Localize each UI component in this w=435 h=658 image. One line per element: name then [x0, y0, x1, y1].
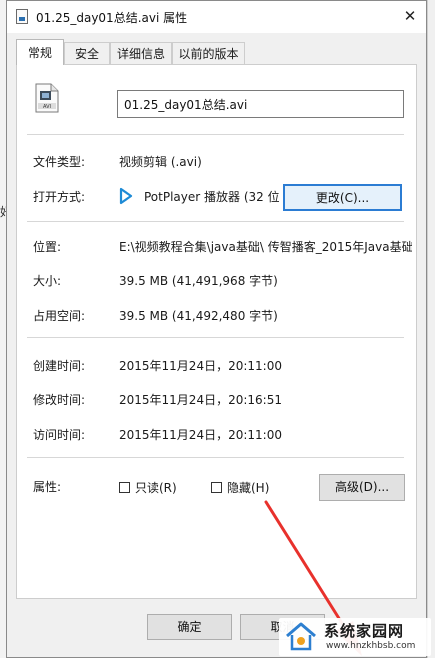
accessed-value: 2015年11月24日，20:11:00 — [119, 428, 282, 442]
attributes-label: 属性: — [33, 480, 62, 494]
created-value: 2015年11月24日，20:11:00 — [119, 359, 282, 373]
tab-security[interactable]: 安全 — [64, 42, 110, 64]
change-button[interactable]: 更改(C)... — [283, 184, 402, 211]
potplayer-icon — [119, 187, 133, 205]
readonly-label[interactable]: 只读(R) — [135, 479, 177, 496]
modified-value: 2015年11月24日，20:16:51 — [119, 393, 282, 407]
tab-general[interactable]: 常规 — [16, 39, 64, 65]
tab-details[interactable]: 详细信息 — [110, 42, 172, 64]
close-button[interactable]: ✕ — [398, 5, 422, 27]
size-value: 39.5 MB (41,491,968 字节) — [119, 274, 278, 288]
ok-button[interactable]: 确定 — [147, 614, 232, 640]
accessed-label: 访问时间: — [33, 428, 86, 442]
separator — [27, 337, 404, 338]
open-with-label: 打开方式: — [33, 190, 86, 204]
window-title: 01.25_day01总结.avi 属性 — [36, 11, 188, 25]
file-type-label: 文件类型: — [33, 155, 86, 169]
house-logo-icon — [286, 622, 316, 651]
watermark-title: 系统家园网 — [324, 622, 405, 640]
modified-label: 修改时间: — [33, 393, 86, 407]
file-icon — [16, 9, 28, 24]
watermark-url: www.hnzkhbsb.com — [326, 641, 416, 651]
file-name-input[interactable] — [117, 90, 404, 118]
open-with-value: PotPlayer 播放器 (32 位) — [144, 190, 279, 204]
close-icon: ✕ — [403, 7, 417, 25]
disk-size-value: 39.5 MB (41,492,480 字节) — [119, 309, 278, 323]
svg-text:AVI: AVI — [43, 104, 51, 110]
readonly-checkbox[interactable] — [119, 482, 130, 493]
separator — [27, 221, 404, 222]
created-label: 创建时间: — [33, 359, 86, 373]
separator — [27, 134, 404, 135]
avi-file-icon: AVI — [35, 83, 59, 113]
location-value: E:\视频教程合集\java基础\ 传智播客_2015年Java基础 — [119, 240, 412, 254]
title-bar[interactable]: 01.25_day01总结.avi 属性 ✕ — [7, 1, 426, 33]
hidden-checkbox[interactable] — [211, 482, 222, 493]
size-label: 大小: — [33, 274, 62, 288]
location-label: 位置: — [33, 240, 62, 254]
separator — [27, 457, 404, 458]
tab-previous-versions[interactable]: 以前的版本 — [172, 42, 245, 64]
file-type-value: 视频剪辑 (.avi) — [119, 155, 202, 169]
disk-size-label: 占用空间: — [33, 309, 86, 323]
